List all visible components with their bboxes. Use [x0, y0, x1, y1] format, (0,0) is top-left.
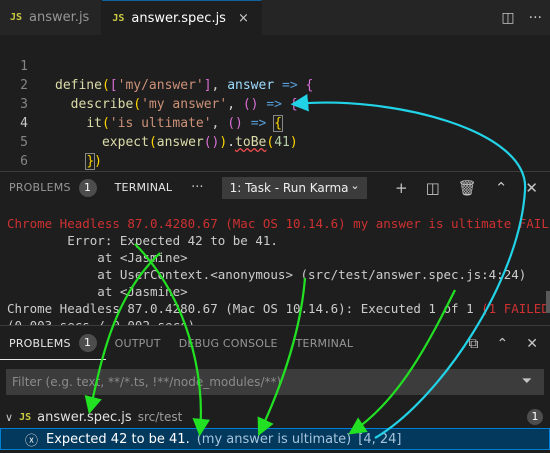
- more-tabs-icon[interactable]: ···: [181, 180, 213, 195]
- tab-label: answer.js: [29, 10, 90, 25]
- tab-label: TERMINAL: [114, 180, 173, 194]
- terminal-line: at <Jasmine>: [7, 284, 188, 299]
- code-line: 3 it('is ultimate', () => {: [0, 76, 550, 132]
- terminal-scrollbar[interactable]: [546, 291, 550, 313]
- javascript-file-icon: JS: [112, 12, 125, 24]
- tab-answer-spec-js[interactable]: JS answer.spec.js ×: [102, 0, 262, 35]
- new-terminal-icon[interactable]: +: [395, 179, 408, 197]
- terminal-line: at <Jasmine>: [7, 250, 188, 265]
- split-editor-icon[interactable]: ◫: [501, 10, 514, 26]
- error-icon: ⓧ: [25, 433, 39, 449]
- terminal-line: at UserContext.<anonymous> (src/test/ans…: [7, 267, 527, 282]
- problem-item[interactable]: ⓧ Expected 42 to be 41. (my answer is ul…: [0, 428, 550, 450]
- tab-answer-js[interactable]: JS answer.js: [0, 0, 103, 35]
- tab-problems[interactable]: PROBLEMS 1: [0, 328, 106, 360]
- panel-header-top: PROBLEMS 1 TERMINAL ··· 1: Task - Run Ka…: [0, 171, 550, 204]
- problems-filter-input[interactable]: Filter (e.g. text, **/*.ts, !**/node_mod…: [6, 369, 544, 395]
- file-path: src/test: [137, 410, 183, 424]
- tab-label: TERMINAL: [295, 337, 354, 350]
- javascript-file-icon: JS: [10, 12, 23, 23]
- problems-count-badge: 1: [78, 334, 97, 352]
- trash-icon[interactable]: 🗑: [458, 179, 477, 197]
- tab-debug-console[interactable]: DEBUG CONSOLE: [170, 328, 287, 360]
- code-line: 1 define(['my/answer'], answer => {: [0, 38, 550, 93]
- problem-source: (my answer is ultimate): [196, 431, 352, 447]
- tab-label: DEBUG CONSOLE: [178, 337, 278, 350]
- tab-label: answer.spec.js: [131, 10, 226, 26]
- terminal-text: Chrome Headless 87.0.4280.67 (Mac OS 10.…: [7, 301, 482, 316]
- collapse-all-icon[interactable]: ⧉: [469, 336, 479, 352]
- filter-icon[interactable]: ⏷: [522, 374, 532, 389]
- tab-output[interactable]: OUTPUT: [106, 328, 170, 360]
- split-terminal-icon[interactable]: ◫: [426, 179, 440, 197]
- problem-message: Expected 42 to be 41.: [46, 431, 190, 447]
- close-icon[interactable]: ×: [238, 11, 249, 26]
- close-icon[interactable]: ✕: [525, 179, 538, 197]
- tab-label: PROBLEMS: [9, 336, 71, 350]
- code-line: 2 describe('my answer', () => {: [0, 57, 550, 112]
- tab-terminal[interactable]: TERMINAL: [287, 328, 363, 360]
- terminal-select-value: 1: Task - Run Karma: [229, 180, 349, 195]
- chevron-down-icon[interactable]: ∨: [5, 411, 13, 424]
- problems-file-row[interactable]: ∨ JS answer.spec.js src/test 1: [0, 406, 550, 428]
- close-icon[interactable]: ✕: [526, 336, 538, 352]
- terminal-line: Error: Expected 42 to be 41.: [7, 233, 278, 248]
- file-name: answer.spec.js: [37, 409, 132, 425]
- terminal-line: Chrome Headless 87.0.4280.67 (Mac OS 10.…: [7, 216, 550, 231]
- tab-label: PROBLEMS: [9, 181, 71, 194]
- chevron-up-icon[interactable]: ⌃: [495, 179, 508, 197]
- tab-terminal[interactable]: TERMINAL: [105, 172, 182, 204]
- terminal-select[interactable]: 1: Task - Run Karma ⌄: [221, 176, 367, 199]
- editor-tab-bar: JS answer.js JS answer.spec.js × ◫ ···: [0, 0, 550, 35]
- terminal-output[interactable]: Chrome Headless 87.0.4280.67 (Mac OS 10.…: [0, 203, 550, 333]
- chevron-down-icon: ⌄: [350, 178, 360, 192]
- terminal-line: Chrome Headless 87.0.4280.67 (Mac OS 10.…: [7, 300, 550, 317]
- problems-count-badge: 1: [78, 178, 97, 197]
- code-editor[interactable]: 1 define(['my/answer'], answer => { 2 de…: [0, 35, 550, 207]
- code-line-current: 4 expect(answer()).toBe(41): [0, 95, 550, 150]
- tab-problems[interactable]: PROBLEMS 1: [0, 172, 106, 204]
- filter-placeholder: Filter (e.g. text, **/*.ts, !**/node_mod…: [12, 375, 282, 389]
- javascript-file-icon: JS: [19, 411, 32, 423]
- problem-count-badge: 1: [527, 409, 543, 425]
- problem-position: [4, 24]: [358, 431, 402, 447]
- chevron-up-icon[interactable]: ⌃: [497, 336, 509, 352]
- code-line: 5 }): [0, 114, 550, 170]
- failed-count: (1 FAILED): [481, 301, 550, 316]
- more-actions-icon[interactable]: ···: [529, 10, 542, 26]
- code-line: 7 }): [0, 152, 550, 207]
- panel-header-bottom: PROBLEMS 1 OUTPUT DEBUG CONSOLE TERMINAL…: [0, 325, 550, 361]
- tab-label: OUTPUT: [114, 337, 161, 350]
- code-line: 6 }): [0, 133, 550, 188]
